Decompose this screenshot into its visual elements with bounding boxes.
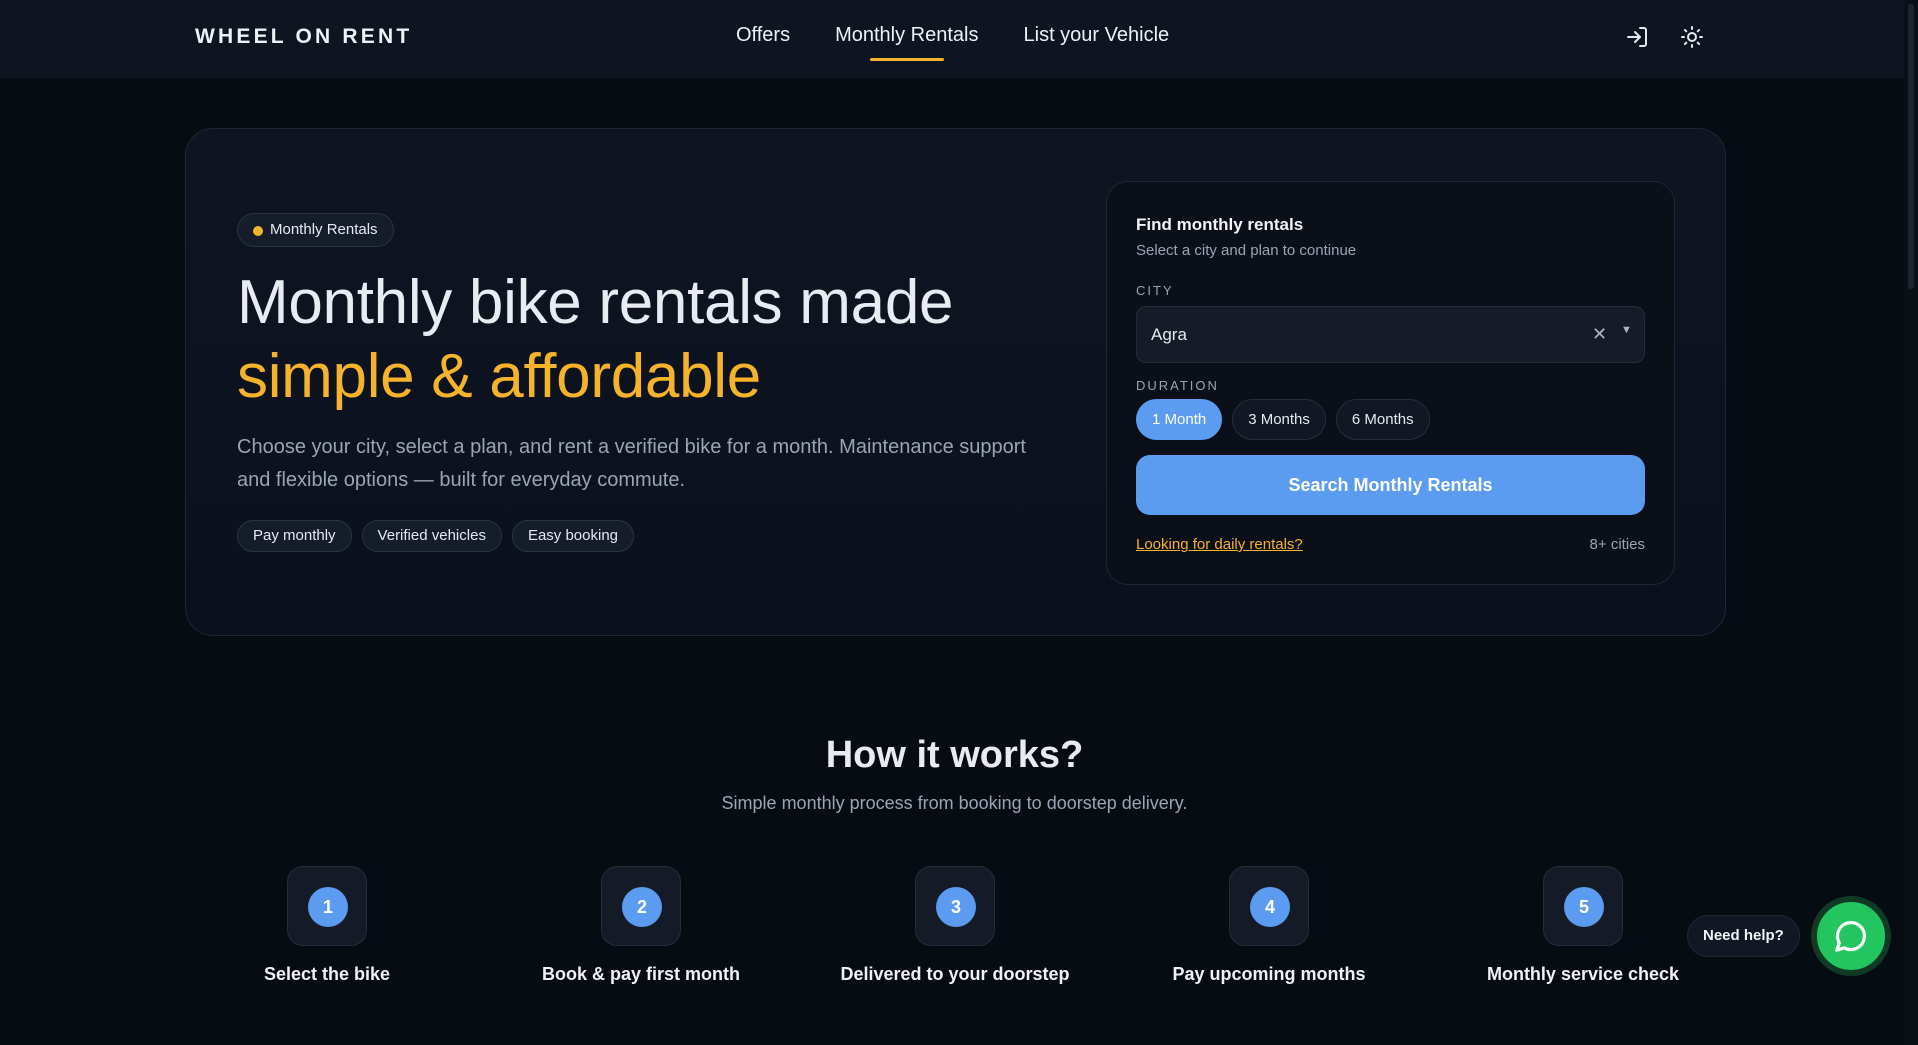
- step-2-box: 2: [601, 866, 681, 946]
- step-5: 5 Monthly service check: [1433, 866, 1733, 985]
- step-1-number: 1: [308, 887, 348, 927]
- how-it-works-subtitle: Simple monthly process from booking to d…: [721, 793, 1188, 813]
- step-4-label: Pay upcoming months: [1172, 964, 1366, 984]
- chat-help-button[interactable]: [1811, 896, 1891, 976]
- step-2-label: Book & pay first month: [541, 964, 740, 984]
- city-select[interactable]: Agra ✕ ▼: [1136, 306, 1645, 363]
- step-5-number: 5: [1564, 887, 1604, 927]
- cities-count: 8+ cities: [1589, 536, 1645, 553]
- nav-links: Offers Monthly Rentals List your Vehicle: [736, 24, 1170, 61]
- how-it-works-title: How it works?: [825, 734, 1084, 776]
- duration-3-months[interactable]: 3 Months: [1232, 399, 1326, 440]
- clear-icon[interactable]: ✕: [1592, 324, 1607, 345]
- nav-link-offers[interactable]: Offers: [736, 24, 790, 47]
- duration-label: DURATION: [1136, 378, 1219, 393]
- step-5-box: 5: [1543, 866, 1623, 946]
- step-5-label: Monthly service check: [1486, 964, 1680, 984]
- nav-link-list-vehicle[interactable]: List your Vehicle: [1024, 24, 1170, 47]
- step-3: 3 Delivered to your doorstep: [805, 866, 1105, 985]
- duration-6-months[interactable]: 6 Months: [1335, 399, 1430, 440]
- tag-verified-vehicles: Verified vehicles: [361, 520, 502, 552]
- tag-easy-booking: Easy booking: [511, 520, 635, 552]
- search-card-title: Find monthly rentals: [1136, 215, 1304, 234]
- scrollbar-thumb[interactable]: [1908, 4, 1914, 289]
- badge-dot-icon: [253, 226, 263, 236]
- step-2: 2 Book & pay first month: [491, 866, 791, 985]
- daily-rentals-link[interactable]: Looking for daily rentals?: [1136, 536, 1303, 553]
- step-4-box: 4: [1229, 866, 1309, 946]
- tag-pay-monthly: Pay monthly: [237, 520, 352, 552]
- step-1-box: 1: [287, 866, 367, 946]
- step-1: 1 Select the bike: [177, 866, 477, 985]
- step-1-label: Select the bike: [263, 964, 391, 984]
- search-card: Find monthly rentals Select a city and p…: [1106, 181, 1675, 585]
- step-4: 4 Pay upcoming months: [1119, 866, 1419, 985]
- city-label: CITY: [1136, 283, 1174, 298]
- hero-section: Monthly Rentals Monthly bike rentals mad…: [185, 128, 1726, 636]
- top-navbar: WHEEL ON RENT Offers Monthly Rentals Lis…: [0, 0, 1904, 78]
- hero-badge-label: Monthly Rentals: [270, 221, 378, 238]
- hero-badge: Monthly Rentals: [237, 213, 394, 247]
- hero-title-line2: simple & affordable: [237, 342, 761, 411]
- chat-bubble-icon: [1835, 921, 1866, 952]
- hero-title-line1: Monthly bike rentals made: [237, 268, 954, 337]
- step-3-box: 3: [915, 866, 995, 946]
- need-help-bubble[interactable]: Need help?: [1687, 915, 1800, 957]
- page-scrollbar[interactable]: [1904, 0, 1918, 1045]
- duration-1-month[interactable]: 1 Month: [1136, 399, 1223, 440]
- nav-link-monthly-rentals[interactable]: Monthly Rentals: [835, 24, 979, 61]
- hero-tags: Pay monthly Verified vehicles Easy booki…: [237, 520, 635, 552]
- login-icon[interactable]: [1625, 25, 1649, 49]
- step-3-number: 3: [936, 887, 976, 927]
- search-card-subtitle: Select a city and plan to continue: [1136, 242, 1357, 259]
- brand-logo[interactable]: WHEEL ON RENT: [195, 25, 412, 49]
- city-select-value: Agra: [1151, 325, 1187, 344]
- hero-description: Choose your city, select a plan, and ren…: [237, 436, 1026, 491]
- step-3-label: Delivered to your doorstep: [840, 964, 1070, 984]
- sun-icon[interactable]: [1680, 25, 1704, 49]
- search-monthly-rentals-button[interactable]: Search Monthly Rentals: [1136, 455, 1645, 515]
- hero-title: Monthly bike rentals made simple & affor…: [237, 266, 953, 414]
- duration-options: 1 Month 3 Months 6 Months: [1136, 399, 1430, 440]
- step-2-number: 2: [622, 887, 662, 927]
- step-4-number: 4: [1250, 887, 1290, 927]
- chevron-down-icon[interactable]: ▼: [1621, 324, 1632, 336]
